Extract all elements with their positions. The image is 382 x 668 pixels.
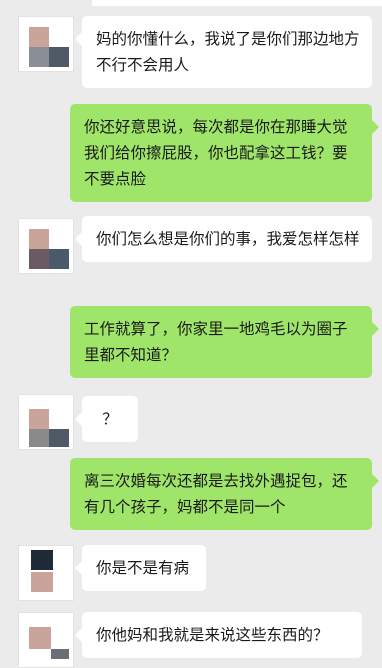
contact-avatar[interactable]	[18, 545, 74, 601]
contact-avatar[interactable]	[18, 218, 74, 274]
contact-avatar[interactable]	[18, 394, 74, 450]
chat-window: 妈的你懂什么，我说了是你们那边地方不行不会用人 你还好意思说，每次都是你在那睡大…	[0, 0, 382, 668]
incoming-message-bubble[interactable]: 妈的你懂什么，我说了是你们那边地方不行不会用人	[75, 16, 372, 88]
previous-message-edge	[92, 0, 382, 6]
incoming-message-bubble[interactable]: 你他妈和我就是来说这些东西的？	[75, 612, 362, 658]
contact-avatar[interactable]	[18, 612, 74, 668]
outgoing-message-bubble[interactable]: 离三次婚每次还都是去找外遇捉包，还有几个孩子，妈都不是同一个	[70, 458, 379, 530]
incoming-message-bubble[interactable]: 你是不是有病	[75, 545, 206, 591]
incoming-message-bubble[interactable]: 你们怎么想是你们的事，我爱怎样怎样	[75, 216, 372, 262]
outgoing-message-bubble[interactable]: 你还好意思说，每次都是你在那睡大觉我们给你擦屁股，你也配拿这工钱？要不要点脸	[70, 104, 379, 202]
contact-avatar[interactable]	[18, 16, 74, 72]
incoming-message-bubble[interactable]: ？	[75, 396, 138, 442]
outgoing-message-bubble[interactable]: 工作就算了，你家里一地鸡毛以为圈子里都不知道？	[70, 306, 379, 378]
